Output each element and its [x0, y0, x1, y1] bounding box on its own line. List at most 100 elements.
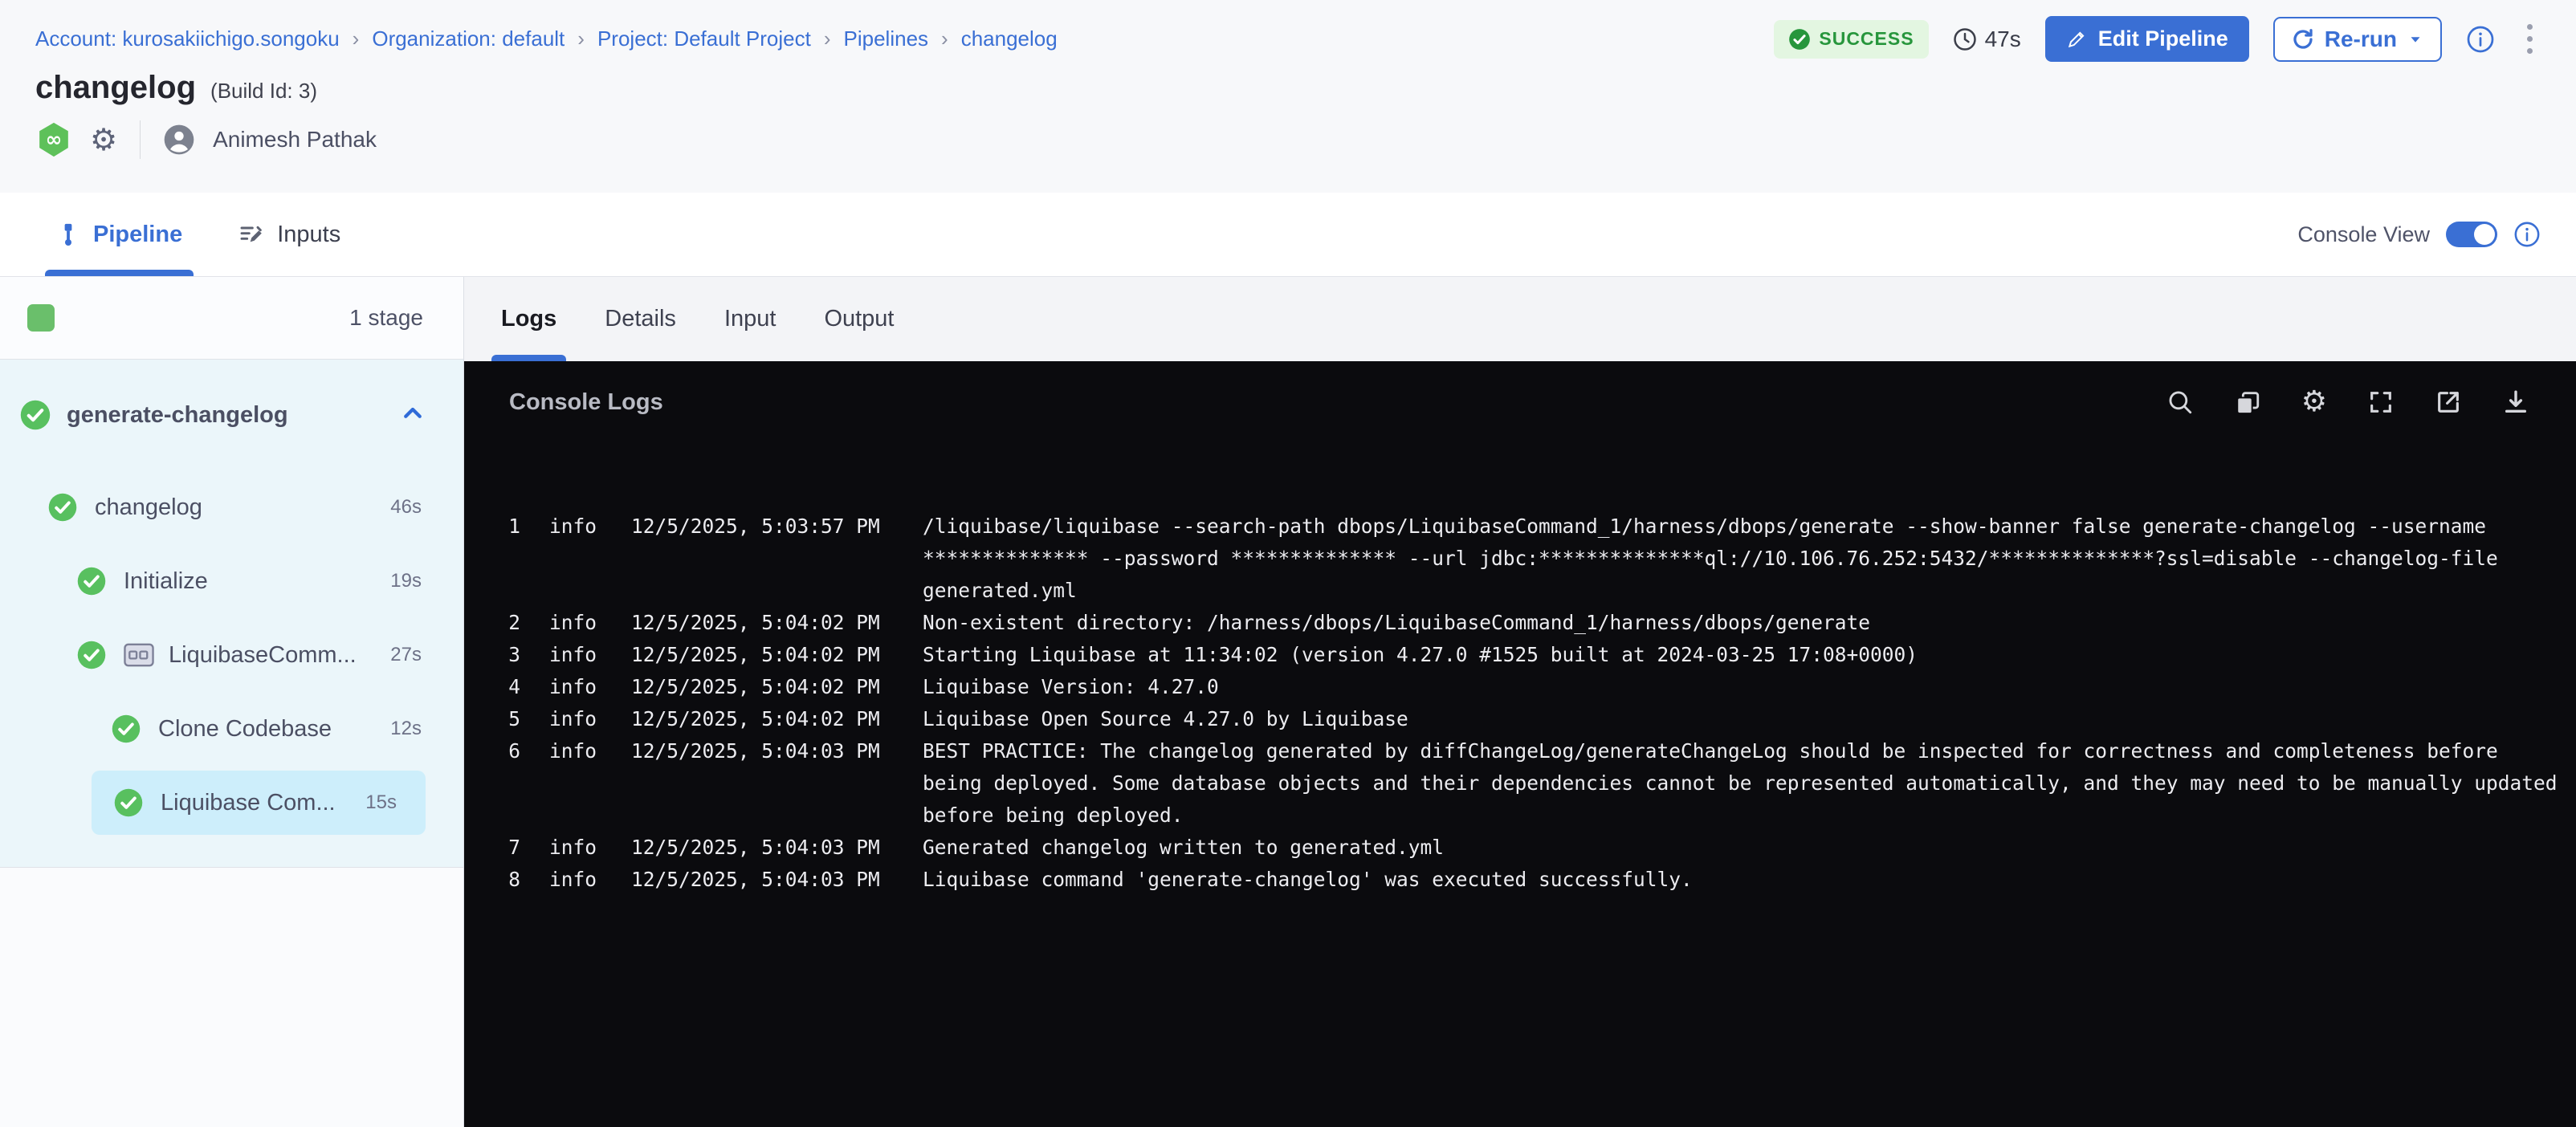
check-circle-icon [112, 714, 141, 743]
step-label: LiquibaseComm... [169, 642, 357, 669]
tab-details[interactable]: Details [605, 277, 676, 361]
search-icon[interactable] [2166, 389, 2194, 416]
log-message: Non-existent directory: /harness/dbops/L… [923, 607, 2576, 639]
step-group-icon [124, 643, 154, 667]
step-row-clone-codebase[interactable]: Clone Codebase 12s [0, 692, 463, 766]
log-timestamp: 12/5/2025, 5:04:02 PM [631, 671, 884, 703]
log-line-number: 4 [496, 671, 520, 703]
tab-inputs-label: Inputs [277, 222, 340, 248]
tab-pipeline-label: Pipeline [93, 222, 182, 248]
step-label: Initialize [124, 568, 208, 595]
step-duration: 46s [390, 496, 422, 519]
log-level: info [549, 511, 599, 543]
log-message: /liquibase/liquibase --search-path dbops… [923, 511, 2576, 607]
console-view-toggle[interactable] [2446, 222, 2497, 247]
log-message: Generated changelog written to generated… [923, 832, 2576, 864]
log-message: Liquibase Version: 4.27.0 [923, 671, 2576, 703]
log-message: Liquibase Open Source 4.27.0 by Liquibas… [923, 703, 2576, 735]
vertical-divider [140, 120, 141, 159]
console-title: Console Logs [509, 389, 663, 416]
tab-output[interactable]: Output [824, 277, 894, 361]
log-line: 4 info 12/5/2025, 5:04:02 PM Liquibase V… [496, 671, 2576, 703]
step-row-initialize[interactable]: Initialize 19s [0, 544, 463, 618]
log-line: 7 info 12/5/2025, 5:04:03 PM Generated c… [496, 832, 2576, 864]
execution-sidebar: 1 stage generate-changelog change [0, 277, 464, 1127]
log-message: Liquibase command 'generate-changelog' w… [923, 864, 2576, 896]
log-line-number: 7 [496, 832, 520, 864]
breadcrumb-project[interactable]: Project: Default Project [597, 26, 811, 51]
check-circle-icon [114, 788, 143, 817]
more-options-icon[interactable] [2519, 19, 2541, 59]
tab-pipeline[interactable]: Pipeline [56, 193, 182, 276]
breadcrumb-separator: › [353, 26, 360, 51]
console-view-info-icon[interactable] [2513, 221, 2541, 248]
check-circle-icon [77, 567, 106, 596]
trigger-author: Animesh Pathak [213, 127, 377, 153]
step-label: changelog [95, 494, 202, 521]
breadcrumb-pipelines[interactable]: Pipelines [844, 26, 929, 51]
svg-text:∞: ∞ [46, 128, 63, 151]
rerun-label: Re-run [2325, 26, 2397, 52]
check-circle-icon [77, 641, 106, 669]
edit-pipeline-label: Edit Pipeline [2098, 26, 2228, 51]
log-level: info [549, 735, 599, 767]
log-level: info [549, 832, 599, 864]
tab-logs[interactable]: Logs [501, 277, 556, 361]
stage-step-tree: generate-changelog changelog 46s [0, 360, 463, 868]
step-duration: 19s [390, 570, 422, 592]
tab-inputs[interactable]: Inputs [238, 193, 340, 276]
stage-item[interactable]: generate-changelog [0, 360, 463, 470]
check-circle-icon [1788, 28, 1811, 51]
rerun-button[interactable]: Re-run [2273, 17, 2442, 62]
log-line: 8 info 12/5/2025, 5:04:03 PM Liquibase c… [496, 864, 2576, 896]
stage-status-square [27, 304, 55, 332]
log-line-number: 2 [496, 607, 520, 639]
log-line-number: 6 [496, 735, 520, 767]
check-circle-icon [48, 493, 77, 522]
breadcrumb-separator: › [577, 26, 585, 51]
step-row-changelog[interactable]: changelog 46s [0, 470, 463, 544]
status-badge: SUCCESS [1774, 20, 1928, 59]
stage-label: generate-changelog [67, 402, 288, 429]
open-in-new-icon[interactable] [2435, 389, 2462, 416]
breadcrumb: Account: kurosakiichigo.songoku › Organi… [35, 26, 1058, 51]
log-timestamp: 12/5/2025, 5:04:03 PM [631, 832, 884, 864]
pipeline-settings-gear-icon[interactable]: ⚙ [90, 124, 117, 155]
log-line-number: 1 [496, 511, 520, 543]
step-row-liquibase-group[interactable]: LiquibaseComm... 27s [0, 618, 463, 692]
step-duration: 12s [390, 718, 422, 740]
log-level: info [549, 607, 599, 639]
step-row-liquibase-command[interactable]: Liquibase Com... 15s [92, 771, 426, 835]
stage-count: 1 stage [349, 305, 423, 331]
console-panel: Console Logs ⚙ [464, 361, 2576, 1127]
log-line: 6 info 12/5/2025, 5:04:03 PM BEST PRACTI… [496, 735, 2576, 832]
console-log-area[interactable]: 1 info 12/5/2025, 5:03:57 PM /liquibase/… [464, 443, 2576, 896]
check-circle-icon [20, 400, 51, 430]
download-icon[interactable] [2502, 389, 2529, 416]
breadcrumb-account[interactable]: Account: kurosakiichigo.songoku [35, 26, 340, 51]
log-timestamp: 12/5/2025, 5:04:02 PM [631, 703, 884, 735]
settings-icon[interactable]: ⚙ [2301, 388, 2327, 417]
page-header: Account: kurosakiichigo.songoku › Organi… [0, 0, 2576, 193]
build-id: (Build Id: 3) [210, 79, 317, 104]
step-detail-tabbar: Logs Details Input Output [464, 277, 2576, 361]
log-level: info [549, 639, 599, 671]
harness-ci-module-icon: ∞ [35, 121, 72, 158]
status-text: SUCCESS [1819, 28, 1914, 50]
chevron-up-icon[interactable] [401, 401, 425, 429]
stage-summary-row: 1 stage [0, 277, 463, 360]
info-icon[interactable] [2466, 25, 2495, 54]
fullscreen-icon[interactable] [2367, 389, 2395, 416]
log-message: Starting Liquibase at 11:34:02 (version … [923, 639, 2576, 671]
sidebar-empty-area [0, 868, 463, 1127]
clock-icon [1953, 27, 1977, 51]
pipeline-execution-page: Account: kurosakiichigo.songoku › Organi… [0, 0, 2576, 1127]
avatar [163, 124, 195, 156]
log-timestamp: 12/5/2025, 5:04:02 PM [631, 607, 884, 639]
edit-pipeline-button[interactable]: Edit Pipeline [2045, 16, 2249, 62]
step-duration: 27s [390, 644, 422, 666]
log-line-number: 3 [496, 639, 520, 671]
breadcrumb-organization[interactable]: Organization: default [372, 26, 565, 51]
copy-icon[interactable] [2234, 389, 2261, 416]
tab-input[interactable]: Input [724, 277, 776, 361]
